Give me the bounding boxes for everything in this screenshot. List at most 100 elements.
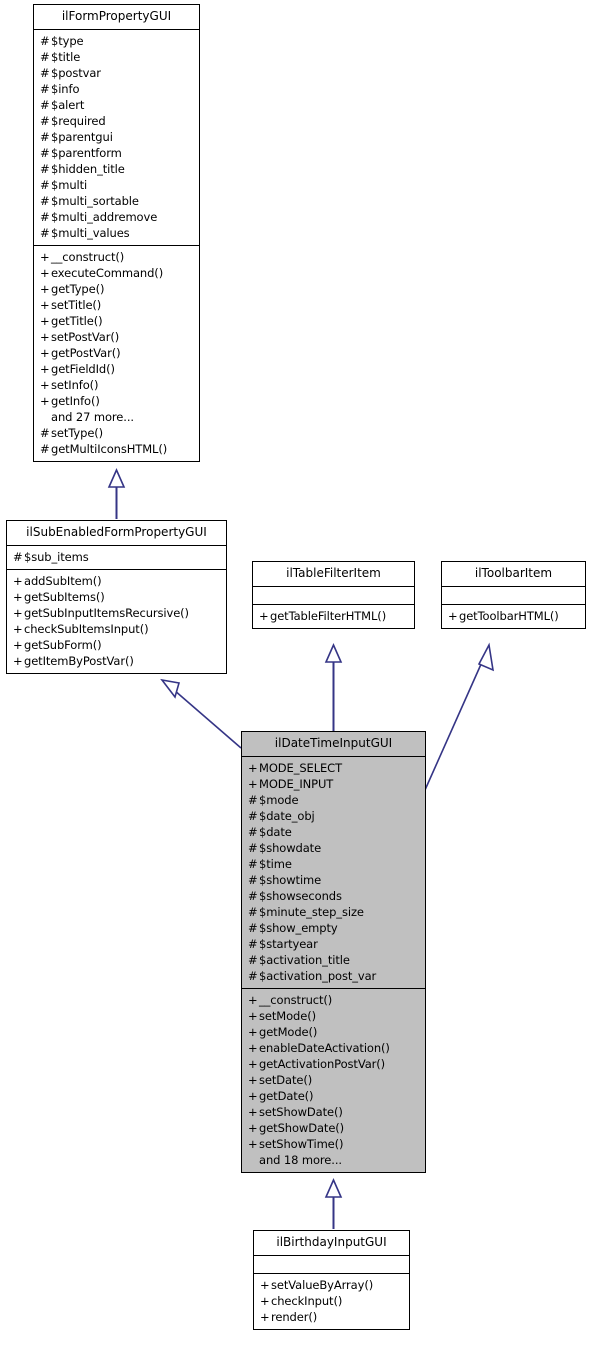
member-visibility: + <box>40 346 50 360</box>
member-visibility: + <box>40 378 50 392</box>
class-member-row: +setTitle() <box>40 297 194 313</box>
class-member-row: and 27 more... <box>40 409 194 425</box>
class-member-row: #$startyear <box>248 936 420 952</box>
member-visibility: # <box>40 226 50 240</box>
member-label: $required <box>51 114 106 128</box>
attributes-compartment <box>254 1256 409 1274</box>
class-member-row: and 18 more... <box>248 1152 420 1168</box>
operations-compartment: +getTableFilterHTML() <box>253 605 414 628</box>
member-label: getToolbarHTML() <box>459 609 559 623</box>
member-visibility: + <box>248 761 258 775</box>
member-label: $postvar <box>51 66 101 80</box>
class-member-row: +render() <box>260 1309 404 1325</box>
member-label: $mode <box>259 793 299 807</box>
class-node-ilsubenabledformpropertygui[interactable]: ilSubEnabledFormPropertyGUI #$sub_items … <box>6 520 227 674</box>
class-member-row: +getTitle() <box>40 313 194 329</box>
member-label: getSubInputItemsRecursive() <box>24 606 189 620</box>
class-title: ilDateTimeInputGUI <box>242 732 425 757</box>
member-visibility: + <box>13 574 23 588</box>
class-member-row: #$time <box>248 856 420 872</box>
operations-compartment: +__construct() +executeCommand() +getType(… <box>34 246 199 461</box>
class-member-row: +setShowTime() <box>248 1136 420 1152</box>
class-title: ilFormPropertyGUI <box>34 5 199 30</box>
member-visibility: + <box>40 250 50 264</box>
member-label: $minute_step_size <box>259 905 364 919</box>
member-label: getDate() <box>259 1089 314 1103</box>
class-member-row: +getSubItems() <box>13 589 221 605</box>
member-label: $parentform <box>51 146 122 160</box>
class-member-row: +setValueByArray() <box>260 1277 404 1293</box>
edge-datetime-to-subenabled <box>160 678 242 749</box>
member-visibility: # <box>248 857 258 871</box>
member-visibility: # <box>40 130 50 144</box>
class-title: ilBirthdayInputGUI <box>254 1231 409 1256</box>
class-title: ilTableFilterItem <box>253 562 414 587</box>
member-visibility: # <box>40 162 50 176</box>
class-node-ilbirthdayinputgui[interactable]: ilBirthdayInputGUI +setValueByArray() +ch… <box>253 1230 410 1330</box>
member-label: setValueByArray() <box>271 1278 374 1292</box>
member-visibility: + <box>40 362 50 376</box>
operations-compartment: +__construct() +setMode() +getMode() +enabl… <box>242 989 425 1172</box>
class-member-row: #$multi_values <box>40 225 194 241</box>
class-member-row: +__construct() <box>248 992 420 1008</box>
class-member-row: +enableDateActivation() <box>248 1040 420 1056</box>
member-label: $type <box>51 34 84 48</box>
member-label: addSubItem() <box>24 574 102 588</box>
member-label: $time <box>259 857 292 871</box>
member-visibility: + <box>40 298 50 312</box>
member-label: checkInput() <box>271 1294 343 1308</box>
member-label: getSubForm() <box>24 638 102 652</box>
member-visibility: + <box>13 590 23 604</box>
class-member-row: #$postvar <box>40 65 194 81</box>
class-member-row: +setDate() <box>248 1072 420 1088</box>
member-visibility: + <box>259 609 269 623</box>
class-member-row: +getItemByPostVar() <box>13 653 221 669</box>
member-visibility: + <box>248 1073 258 1087</box>
member-visibility: + <box>248 993 258 1007</box>
member-visibility: # <box>40 210 50 224</box>
operations-compartment: +getToolbarHTML() <box>442 605 585 628</box>
member-visibility: # <box>40 426 50 440</box>
class-member-row: #$showdate <box>248 840 420 856</box>
class-member-row: +addSubItem() <box>13 573 221 589</box>
member-visibility: + <box>248 1025 258 1039</box>
class-title: ilSubEnabledFormPropertyGUI <box>7 521 226 546</box>
member-visibility: # <box>40 114 50 128</box>
operations-compartment: +setValueByArray() +checkInput() +render() <box>254 1274 409 1329</box>
class-member-row: +checkSubItemsInput() <box>13 621 221 637</box>
member-label: MODE_SELECT <box>259 761 343 775</box>
member-visibility: # <box>40 50 50 64</box>
class-member-row: #setType() <box>40 425 194 441</box>
member-visibility: # <box>40 34 50 48</box>
member-label: $sub_items <box>24 550 89 564</box>
member-label: setPostVar() <box>51 330 120 344</box>
member-label: $activation_title <box>259 953 350 967</box>
uml-class-diagram: ilFormPropertyGUI #$type #$title #$postvar… <box>0 0 592 1349</box>
class-member-row: +getSubInputItemsRecursive() <box>13 605 221 621</box>
class-member-row: +getActivationPostVar() <box>248 1056 420 1072</box>
member-label: $multi_sortable <box>51 194 139 208</box>
class-node-ildatetimeinputgui[interactable]: ilDateTimeInputGUI +MODE_SELECT +MODE_INP… <box>241 731 426 1173</box>
member-label: $showtime <box>259 873 322 887</box>
member-label: $startyear <box>259 937 318 951</box>
member-label: setTitle() <box>51 298 102 312</box>
member-visibility: + <box>448 609 458 623</box>
member-label: $info <box>51 82 80 96</box>
member-visibility: + <box>260 1278 270 1292</box>
member-visibility: # <box>248 841 258 855</box>
edge-subenabled-to-formproperty <box>107 468 126 519</box>
member-label: $show_empty <box>259 921 338 935</box>
class-node-iltablefilteritem[interactable]: ilTableFilterItem +getTableFilterHTML() <box>252 561 415 629</box>
member-visibility: # <box>248 969 258 983</box>
class-member-row: #$alert <box>40 97 194 113</box>
class-node-ilformpropertygui[interactable]: ilFormPropertyGUI #$type #$title #$postvar… <box>33 4 200 462</box>
class-member-row: +MODE_INPUT <box>248 776 420 792</box>
member-visibility: + <box>248 1009 258 1023</box>
member-label: getSubItems() <box>24 590 105 604</box>
member-visibility: # <box>13 550 23 564</box>
class-node-iltoolbaritem[interactable]: ilToolbarItem +getToolbarHTML() <box>441 561 586 629</box>
class-member-row: #$parentgui <box>40 129 194 145</box>
member-visibility: # <box>40 178 50 192</box>
member-visibility: # <box>248 825 258 839</box>
class-member-row: +setShowDate() <box>248 1104 420 1120</box>
